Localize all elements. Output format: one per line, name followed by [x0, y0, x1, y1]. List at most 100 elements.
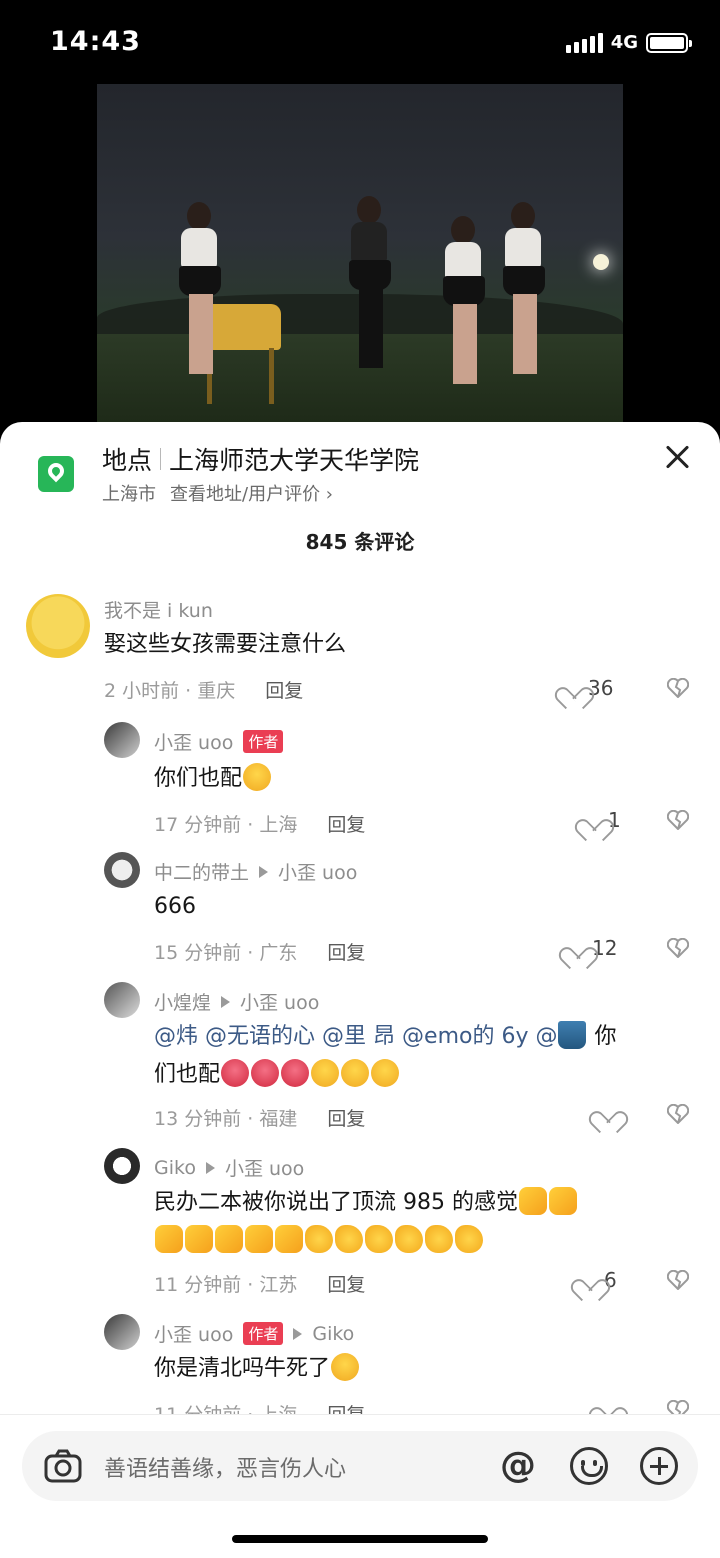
- comment-text: 娶这些女孩需要注意什么: [104, 632, 347, 657]
- thumbs-up-emoji: [245, 1225, 273, 1253]
- reply-to-user: 小歪 uoo: [224, 1158, 305, 1180]
- avatar[interactable]: [104, 982, 140, 1018]
- thumbs-up-emoji: [155, 1225, 183, 1253]
- comment-time-location: 11 分钟前 · 江苏: [154, 1274, 298, 1296]
- reply-to-user: 小歪 uoo: [240, 992, 320, 1014]
- avatar[interactable]: [104, 1148, 140, 1184]
- comment-time-location: 15 分钟前 · 广东: [154, 942, 298, 964]
- comments-sheet: 地点 上海师范大学天华学院 上海市 查看地址/用户评价 › 845 条评论 我不…: [0, 422, 720, 1558]
- sweat-smile-emoji: [243, 763, 272, 791]
- reply-button[interactable]: 回复: [265, 676, 303, 703]
- reply-arrow-icon: [205, 1161, 215, 1174]
- battery-icon: [646, 32, 692, 53]
- reply-button[interactable]: 回复: [327, 1270, 365, 1297]
- username-text: 小歪 uoo: [154, 1324, 234, 1346]
- dislike-icon[interactable]: [666, 809, 690, 831]
- comment-text-content: 你们也配: [154, 766, 243, 791]
- avatar[interactable]: [26, 594, 90, 658]
- like-button[interactable]: 1: [582, 808, 621, 832]
- clap-emoji: [335, 1225, 363, 1253]
- comment-text: 民办二本被你说出了顶流 985 的感觉: [154, 1184, 694, 1260]
- heart-icon: [596, 1102, 618, 1122]
- close-icon[interactable]: [662, 442, 692, 472]
- comment-text: 你们也配: [154, 760, 272, 798]
- comment-input[interactable]: 善语结善缘，恶言伤人心 @: [22, 1431, 698, 1501]
- status-bar: 14:43 4G: [0, 0, 720, 84]
- mention-at-icon[interactable]: @: [500, 1445, 536, 1486]
- status-time: 14:43: [50, 26, 141, 57]
- mention-link[interactable]: @无语的心: [205, 1024, 315, 1049]
- reply-arrow-icon: [221, 995, 231, 1008]
- author-badge: 作者: [243, 730, 284, 753]
- reply-to-user: 小歪 uoo: [278, 862, 358, 884]
- home-indicator: [232, 1535, 488, 1543]
- heart-icon: [562, 678, 584, 698]
- add-icon[interactable]: [640, 1447, 678, 1485]
- angry-emoji: [281, 1059, 310, 1087]
- reply-button[interactable]: 回复: [327, 938, 365, 965]
- avatar[interactable]: [104, 1314, 140, 1350]
- comment-time-location: 13 分钟前 · 福建: [154, 1108, 298, 1130]
- comment-text-content: 民办二本被你说出了顶流 985 的感觉: [154, 1190, 518, 1215]
- comment-username[interactable]: 中二的带土 小歪 uoo: [154, 858, 357, 885]
- comment-time-location: 17 分钟前 · 上海: [154, 814, 298, 836]
- like-button[interactable]: [596, 1102, 618, 1122]
- dislike-icon[interactable]: [666, 1103, 690, 1125]
- mention-link[interactable]: @炜: [154, 1024, 198, 1049]
- input-placeholder: 善语结善缘，恶言伤人心: [104, 1457, 347, 1482]
- sweat-smile-emoji: [311, 1059, 340, 1087]
- reply-arrow-icon: [259, 865, 269, 878]
- clap-emoji: [425, 1225, 453, 1253]
- sweat-smile-emoji: [341, 1059, 370, 1087]
- author-badge: 作者: [243, 1322, 284, 1345]
- location-title[interactable]: 地点 上海师范大学天华学院: [102, 441, 419, 477]
- heart-icon: [566, 938, 588, 958]
- comment-meta: 17 分钟前 · 上海 回复: [154, 810, 365, 837]
- like-button[interactable]: 12: [566, 936, 617, 960]
- dislike-icon[interactable]: [666, 937, 690, 959]
- comment-text-content: 你是清北吗牛死了: [154, 1356, 331, 1381]
- clap-emoji: [455, 1225, 483, 1253]
- comment-username[interactable]: 小歪 uoo 作者: [154, 728, 284, 755]
- mention-link[interactable]: @里 昂: [322, 1024, 395, 1049]
- comment-meta: 13 分钟前 · 福建 回复: [154, 1104, 365, 1131]
- signal-icon: [565, 32, 603, 53]
- comment-meta: 2 小时前 · 重庆 回复: [104, 676, 303, 703]
- clap-emoji: [395, 1225, 423, 1253]
- like-button[interactable]: 6: [578, 1268, 617, 1292]
- comment-username[interactable]: 小煌煌 小歪 uoo: [154, 988, 319, 1015]
- camera-icon[interactable]: [44, 1448, 82, 1484]
- like-button[interactable]: 36: [562, 676, 613, 700]
- comment-username[interactable]: Giko 小歪 uoo: [154, 1154, 304, 1181]
- mention-link[interactable]: @emo的 6y: [402, 1024, 528, 1049]
- clap-emoji: [365, 1225, 393, 1253]
- location-pin-icon[interactable]: [38, 456, 74, 492]
- comment-text: 666: [154, 894, 196, 919]
- comment-text-tail: 你: [594, 1024, 617, 1049]
- thumbs-up-emoji: [275, 1225, 303, 1253]
- video-player[interactable]: [97, 84, 623, 424]
- sweat-smile-emoji: [371, 1059, 400, 1087]
- comment-username[interactable]: 我不是 i kun: [104, 596, 213, 623]
- emoji-icon[interactable]: [570, 1447, 608, 1485]
- reply-button[interactable]: 回复: [327, 1104, 365, 1131]
- status-indicators: 4G: [565, 32, 692, 53]
- location-city: 上海市: [102, 484, 156, 505]
- location-label: 地点: [102, 446, 153, 475]
- avatar[interactable]: [104, 722, 140, 758]
- location-subtitle: 上海市 查看地址/用户评价 ›: [102, 480, 333, 506]
- dislike-icon[interactable]: [666, 677, 690, 699]
- thumbs-up-emoji: [548, 1187, 577, 1215]
- mention-link[interactable]: @: [535, 1024, 557, 1049]
- reply-button[interactable]: 回复: [327, 810, 365, 837]
- clap-emoji: [305, 1225, 333, 1253]
- avatar[interactable]: [104, 852, 140, 888]
- username-text: Giko: [154, 1156, 196, 1179]
- comment-time-location: 2 小时前 · 重庆: [104, 680, 236, 702]
- username-text: 小歪 uoo: [154, 732, 234, 754]
- comment-username[interactable]: 小歪 uoo 作者 Giko: [154, 1320, 354, 1347]
- dislike-icon[interactable]: [666, 1269, 690, 1291]
- heart-icon: [582, 810, 604, 830]
- location-detail-link[interactable]: 查看地址/用户评价 ›: [170, 480, 333, 506]
- username-text: 中二的带土: [154, 862, 250, 884]
